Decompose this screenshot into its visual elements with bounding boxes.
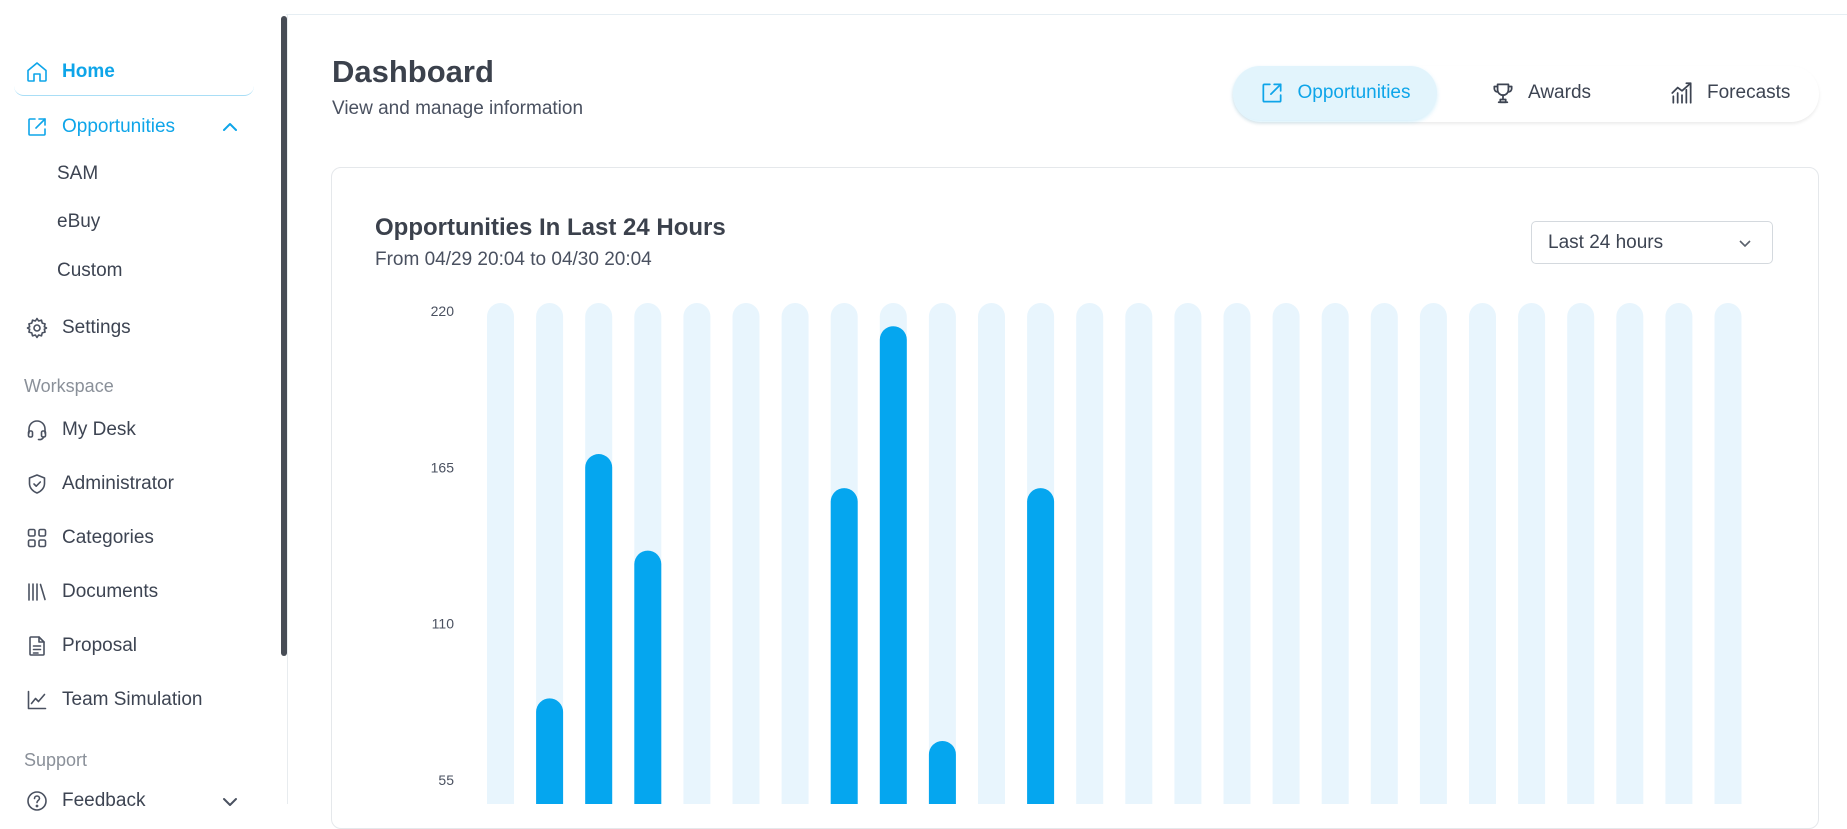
sidebar-item-documents[interactable]: Documents [14,569,254,615]
tab-awards[interactable]: Awards [1490,66,1591,120]
sidebar-item-label: Home [62,61,115,82]
tab-opportunities[interactable]: Opportunities [1233,66,1437,120]
tab-label: Forecasts [1707,82,1791,103]
sidebar-item-my-desk[interactable]: My Desk [14,407,254,453]
page-title: Dashboard [332,54,494,89]
section-header-workspace: Workspace [24,376,114,396]
help-circle-icon [24,788,50,814]
sidebar-item-label: My Desk [62,419,136,440]
chevron-down-icon [1736,234,1754,252]
sidebar-item-label: Administrator [62,473,174,494]
gear-icon [24,315,50,341]
external-link-icon [1262,83,1283,103]
time-range-value: Last 24 hours [1548,231,1664,253]
sidebar-item-proposal[interactable]: Proposal [14,623,254,669]
chevron-up-icon[interactable] [220,117,240,137]
headset-icon [24,417,50,443]
sidebar-subitem-ebuy[interactable]: eBuy [57,211,100,233]
sidebar-item-label: Documents [62,581,159,602]
chart-subtitle: From 04/29 20:04 to 04/30 20:04 [375,249,652,270]
tab-label: Opportunities [1297,82,1411,103]
categories-icon [24,525,50,551]
chart-title: Opportunities In Last 24 Hours [375,214,726,241]
sidebar-item-label: Team Simulation [62,689,203,710]
sidebar-item-label: Opportunities [62,116,176,137]
tab-forecasts[interactable]: Forecasts [1669,66,1790,120]
sidebar-subitem-sam[interactable]: SAM [57,163,98,185]
sidebar-item-label: Settings [62,317,131,338]
shield-check-icon [24,471,50,497]
top-bar [0,0,1847,15]
document-icon [24,633,50,659]
sidebar-divider [287,14,288,804]
tab-label: Awards [1528,82,1592,103]
sidebar-item-label: Proposal [62,635,137,656]
sidebar-subitem-custom[interactable]: Custom [57,260,122,282]
trophy-icon [1493,83,1513,104]
sidebar-item-feedback[interactable]: Feedback [14,778,254,824]
sidebar-item-label: Categories [62,527,154,548]
line-chart-icon [24,687,50,713]
page-subtitle: View and manage information [332,98,584,119]
home-icon [24,59,50,85]
chevron-down-icon[interactable] [220,792,240,812]
external-link-icon [24,114,50,140]
sidebar-item-settings[interactable]: Settings [14,305,254,351]
library-icon [24,579,50,605]
sidebar-item-administrator[interactable]: Administrator [14,461,254,507]
time-range-select[interactable]: Last 24 hours [1531,221,1773,264]
sidebar-item-team-simulation[interactable]: Team Simulation [14,677,254,723]
sidebar-item-home[interactable]: Home [14,49,254,96]
sidebar-item-opportunities[interactable]: Opportunities [14,104,254,150]
tab-bar: Opportunities Awards Forecasts [1233,66,1819,122]
sidebar-item-categories[interactable]: Categories [14,515,254,561]
forecast-chart-icon [1671,82,1692,104]
section-header-support: Support [24,750,88,770]
sidebar-item-label: Feedback [62,790,146,811]
